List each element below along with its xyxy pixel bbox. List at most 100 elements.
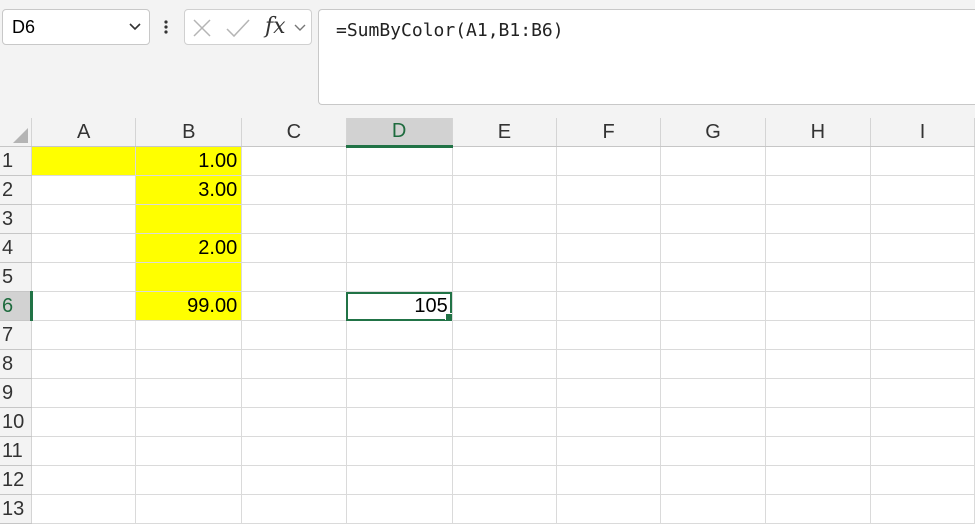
- cell-G7[interactable]: [660, 320, 766, 350]
- column-header-F[interactable]: F: [556, 118, 662, 147]
- cell-H13[interactable]: [765, 494, 871, 524]
- cell-G8[interactable]: [660, 349, 766, 379]
- cell-E6[interactable]: [452, 291, 558, 321]
- column-header-I[interactable]: I: [870, 118, 975, 147]
- cell-H5[interactable]: [765, 262, 871, 292]
- cell-I8[interactable]: [870, 349, 975, 379]
- cell-I11[interactable]: [870, 436, 975, 466]
- insert-function-icon[interactable]: fx: [265, 14, 286, 39]
- cell-C7[interactable]: [241, 320, 347, 350]
- cell-G11[interactable]: [660, 436, 766, 466]
- cell-A9[interactable]: [31, 378, 137, 408]
- name-box[interactable]: D6: [2, 9, 150, 45]
- cell-G9[interactable]: [660, 378, 766, 408]
- cell-A5[interactable]: [31, 262, 137, 292]
- row-header-8[interactable]: 8: [0, 349, 32, 379]
- cell-I12[interactable]: [870, 465, 975, 495]
- cell-A12[interactable]: [31, 465, 137, 495]
- cell-E5[interactable]: [452, 262, 558, 292]
- cell-G3[interactable]: [660, 204, 766, 234]
- row-header-3[interactable]: 3: [0, 204, 32, 234]
- cell-D11[interactable]: [346, 436, 453, 466]
- formula-input[interactable]: =SumByColor(A1,B1:B6): [318, 9, 975, 105]
- cell-E9[interactable]: [452, 378, 558, 408]
- cell-H3[interactable]: [765, 204, 871, 234]
- cell-F13[interactable]: [556, 494, 662, 524]
- cell-F9[interactable]: [556, 378, 662, 408]
- cell-C4[interactable]: [241, 233, 347, 263]
- cell-B6[interactable]: 99.00: [135, 291, 243, 321]
- cell-A11[interactable]: [31, 436, 137, 466]
- cell-C1[interactable]: [241, 146, 347, 176]
- cell-D8[interactable]: [346, 349, 453, 379]
- cell-B3[interactable]: [135, 204, 243, 234]
- cell-B2[interactable]: 3.00: [135, 175, 243, 205]
- cell-G10[interactable]: [660, 407, 766, 437]
- cell-D13[interactable]: [346, 494, 453, 524]
- cell-E8[interactable]: [452, 349, 558, 379]
- cell-I10[interactable]: [870, 407, 975, 437]
- cell-I1[interactable]: [870, 146, 975, 176]
- cell-I6[interactable]: [870, 291, 975, 321]
- chevron-down-icon[interactable]: [293, 21, 307, 35]
- cell-D3[interactable]: [346, 204, 453, 234]
- cell-I13[interactable]: [870, 494, 975, 524]
- cell-A10[interactable]: [31, 407, 137, 437]
- cell-E7[interactable]: [452, 320, 558, 350]
- row-header-6[interactable]: 6: [0, 291, 33, 321]
- cell-B11[interactable]: [135, 436, 243, 466]
- column-header-A[interactable]: A: [31, 118, 137, 147]
- cell-C10[interactable]: [241, 407, 347, 437]
- cell-I9[interactable]: [870, 378, 975, 408]
- cell-A6[interactable]: [31, 291, 137, 321]
- cell-E2[interactable]: [452, 175, 558, 205]
- cell-A4[interactable]: [31, 233, 137, 263]
- cell-D2[interactable]: [346, 175, 453, 205]
- cell-F4[interactable]: [556, 233, 662, 263]
- row-header-9[interactable]: 9: [0, 378, 32, 408]
- column-header-H[interactable]: H: [765, 118, 871, 147]
- cell-F2[interactable]: [556, 175, 662, 205]
- cell-F7[interactable]: [556, 320, 662, 350]
- cell-E11[interactable]: [452, 436, 558, 466]
- row-header-1[interactable]: 1: [0, 146, 32, 176]
- cell-H11[interactable]: [765, 436, 871, 466]
- cell-A13[interactable]: [31, 494, 137, 524]
- cell-H12[interactable]: [765, 465, 871, 495]
- cell-G2[interactable]: [660, 175, 766, 205]
- cell-C3[interactable]: [241, 204, 347, 234]
- cell-A2[interactable]: [31, 175, 137, 205]
- cell-C9[interactable]: [241, 378, 347, 408]
- row-header-10[interactable]: 10: [0, 407, 32, 437]
- cell-F10[interactable]: [556, 407, 662, 437]
- cell-F11[interactable]: [556, 436, 662, 466]
- cell-H7[interactable]: [765, 320, 871, 350]
- cell-I2[interactable]: [870, 175, 975, 205]
- cell-D12[interactable]: [346, 465, 453, 495]
- cell-D7[interactable]: [346, 320, 453, 350]
- cell-G6[interactable]: [660, 291, 766, 321]
- cell-A8[interactable]: [31, 349, 137, 379]
- cell-C5[interactable]: [241, 262, 347, 292]
- cell-C12[interactable]: [241, 465, 347, 495]
- cell-C2[interactable]: [241, 175, 347, 205]
- select-all-corner[interactable]: [0, 118, 32, 147]
- column-header-B[interactable]: B: [135, 118, 243, 147]
- cell-B4[interactable]: 2.00: [135, 233, 243, 263]
- cell-A7[interactable]: [31, 320, 137, 350]
- cell-B8[interactable]: [135, 349, 243, 379]
- cell-B5[interactable]: [135, 262, 243, 292]
- check-icon[interactable]: [225, 18, 251, 38]
- cell-B10[interactable]: [135, 407, 243, 437]
- cell-B9[interactable]: [135, 378, 243, 408]
- cell-F12[interactable]: [556, 465, 662, 495]
- cell-C6[interactable]: [241, 291, 347, 321]
- cell-B1[interactable]: 1.00: [135, 146, 243, 176]
- cell-G1[interactable]: [660, 146, 766, 176]
- cancel-icon[interactable]: [191, 18, 213, 38]
- cell-D6[interactable]: 105: [346, 291, 453, 321]
- cell-E13[interactable]: [452, 494, 558, 524]
- row-header-11[interactable]: 11: [0, 436, 32, 466]
- cell-E12[interactable]: [452, 465, 558, 495]
- cell-F3[interactable]: [556, 204, 662, 234]
